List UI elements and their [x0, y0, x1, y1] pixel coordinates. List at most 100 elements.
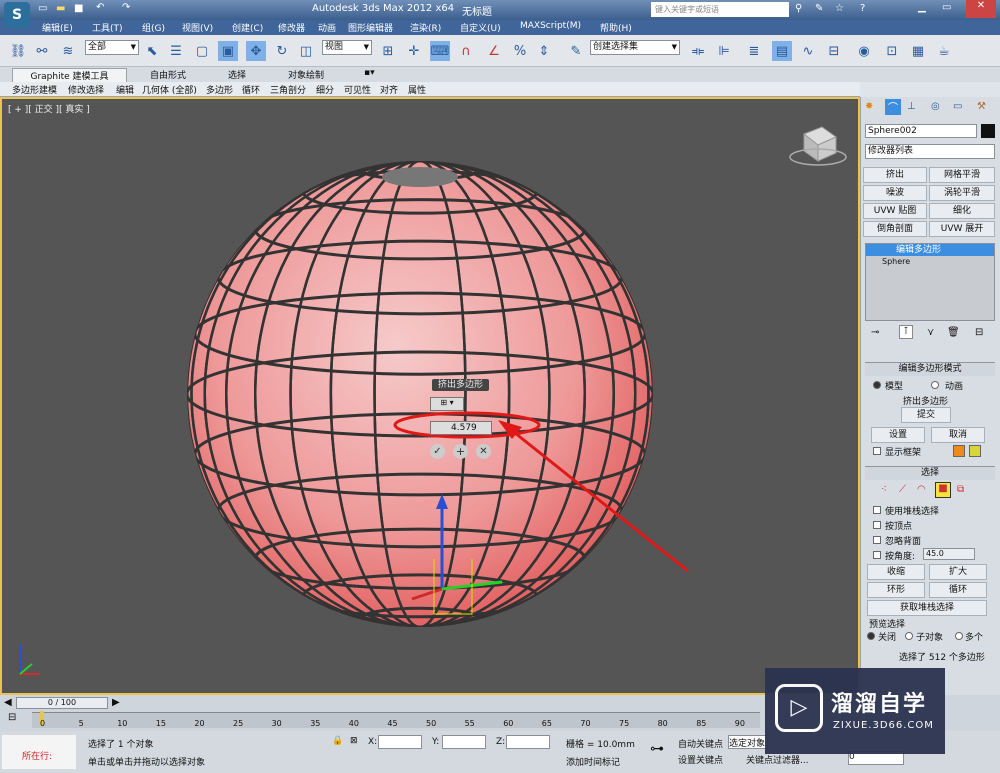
- rotate-icon[interactable]: ↻: [272, 41, 292, 61]
- named-selection-dropdown[interactable]: 创建选择集: [590, 40, 680, 55]
- schematic-icon[interactable]: ⊟: [824, 41, 844, 61]
- star-icon[interactable]: ☆: [835, 3, 844, 14]
- menu-create[interactable]: 创建(C): [232, 21, 263, 34]
- select-object-icon[interactable]: ⬉: [142, 41, 162, 61]
- sub-subdivision[interactable]: 细分: [316, 83, 334, 96]
- timeline-next-icon[interactable]: ▶: [112, 697, 120, 708]
- help-icon[interactable]: ?: [860, 3, 865, 14]
- render-frame-icon[interactable]: ▦: [908, 41, 928, 61]
- show-end-result-icon[interactable]: ⊺: [899, 325, 913, 339]
- caddy-cancel-icon[interactable]: ✕: [476, 444, 491, 459]
- show-cage-checkbox[interactable]: [873, 447, 881, 455]
- modify-tab-icon[interactable]: ⌒: [885, 99, 901, 115]
- loop-button[interactable]: 循环: [929, 582, 987, 598]
- angle-spinner[interactable]: 45.0: [923, 548, 975, 560]
- save-icon[interactable]: ■: [74, 3, 83, 14]
- scale-icon[interactable]: ◫: [296, 41, 316, 61]
- menu-views[interactable]: 视图(V): [182, 21, 213, 34]
- remove-modifier-icon[interactable]: 🗑: [947, 327, 960, 338]
- selection-filter-dropdown[interactable]: 全部: [85, 40, 139, 55]
- mod-tessellate-button[interactable]: 细化: [929, 203, 995, 219]
- sub-triangulation[interactable]: 三角剖分: [270, 83, 306, 96]
- graphite-toggle-icon[interactable]: ▤: [772, 41, 792, 61]
- menu-maxscript[interactable]: MAXScript(M): [520, 21, 581, 31]
- preview-off-radio[interactable]: [867, 632, 875, 640]
- ignore-backfacing-checkbox[interactable]: [873, 536, 881, 544]
- object-name-field[interactable]: Sphere002: [865, 124, 977, 138]
- link-icon[interactable]: ⛓: [8, 41, 28, 61]
- percent-snap-icon[interactable]: %: [510, 41, 530, 61]
- tab-object-paint[interactable]: 对象绘制: [288, 68, 324, 81]
- get-stack-selection-button[interactable]: 获取堆栈选择: [867, 600, 987, 616]
- by-angle-checkbox[interactable]: [873, 551, 881, 559]
- menu-help[interactable]: 帮助(H): [600, 21, 632, 34]
- add-time-tag[interactable]: 添加时间标记: [566, 755, 620, 768]
- bind-spacewarp-icon[interactable]: ≋: [58, 41, 78, 61]
- close-icon[interactable]: ✕: [966, 0, 996, 18]
- grow-button[interactable]: 扩大: [929, 564, 987, 580]
- manipulate-icon[interactable]: ✛: [404, 41, 424, 61]
- auto-key-label[interactable]: 自动关键点: [678, 737, 723, 750]
- caddy-type-dropdown[interactable]: ⊞ ▾: [430, 397, 464, 411]
- abs-mode-icon[interactable]: ⊠: [350, 736, 358, 746]
- by-stack-checkbox[interactable]: [873, 506, 881, 514]
- time-slider[interactable]: 0 / 100: [16, 697, 108, 709]
- z-coord-field[interactable]: [506, 735, 550, 749]
- viewport[interactable]: [ + ][ 正交 ][ 真实 ] 挤出多边形 ⊞ ▾ 4.579 ✓ + ✕: [0, 97, 860, 695]
- element-mode-icon[interactable]: ⧉: [957, 484, 964, 495]
- edit-named-sel-icon[interactable]: ✎: [566, 41, 586, 61]
- app-logo-icon[interactable]: S: [4, 2, 30, 28]
- pin-stack-icon[interactable]: ⊸: [871, 327, 879, 338]
- material-editor-icon[interactable]: ◉: [854, 41, 874, 61]
- menu-customize[interactable]: 自定义(U): [460, 21, 501, 34]
- preview-subobj-radio[interactable]: [905, 632, 913, 640]
- ribbon-options-icon[interactable]: ▪▾: [364, 68, 375, 78]
- menu-edit[interactable]: 编辑(E): [42, 21, 73, 34]
- track-bar-icon[interactable]: ⊟: [8, 712, 16, 723]
- caddy-ok-icon[interactable]: ✓: [430, 444, 445, 459]
- motion-tab-icon[interactable]: ◎: [931, 101, 940, 112]
- snap-icon[interactable]: ∩: [456, 41, 476, 61]
- modifier-list-dropdown[interactable]: 修改器列表: [865, 144, 995, 159]
- display-tab-icon[interactable]: ▭: [953, 101, 962, 112]
- search-input[interactable]: 键入关键字或短语: [651, 2, 789, 17]
- sub-geometry-all[interactable]: 几何体 (全部): [142, 83, 197, 96]
- key-icon[interactable]: ⊶: [650, 741, 664, 757]
- object-color-swatch[interactable]: [981, 124, 995, 138]
- sub-align[interactable]: 对齐: [380, 83, 398, 96]
- maxscript-listener[interactable]: 所在行:: [2, 735, 76, 769]
- preview-multi-radio[interactable]: [955, 632, 963, 640]
- layer-icon[interactable]: ≣: [744, 41, 764, 61]
- key-filters-button[interactable]: 关键点过滤器...: [746, 753, 809, 766]
- select-by-name-icon[interactable]: ☰: [166, 41, 186, 61]
- sub-polygons[interactable]: 多边形: [206, 83, 233, 96]
- curve-editor-icon[interactable]: ∿: [798, 41, 818, 61]
- new-file-icon[interactable]: ▭: [38, 3, 47, 14]
- tab-selection[interactable]: 选择: [228, 68, 246, 81]
- mod-uvw-map-button[interactable]: UVW 贴图: [863, 203, 927, 219]
- redo-icon[interactable]: ↷: [122, 2, 130, 13]
- model-radio[interactable]: [873, 381, 881, 389]
- stack-item-edit-poly[interactable]: 编辑多边形: [866, 244, 994, 256]
- menu-graph-editors[interactable]: 图形编辑器: [348, 21, 393, 34]
- make-unique-icon[interactable]: ⋎: [927, 327, 934, 338]
- configure-sets-icon[interactable]: ⊟: [975, 327, 983, 338]
- sub-loops[interactable]: 循环: [242, 83, 260, 96]
- mirror-icon[interactable]: ⟚: [688, 41, 708, 61]
- mod-bevel-profile-button[interactable]: 倒角剖面: [863, 221, 927, 237]
- vertex-mode-icon[interactable]: ⁖: [881, 484, 887, 495]
- set-key-label[interactable]: 设置关键点: [678, 753, 723, 766]
- mod-extrude-button[interactable]: 挤出: [863, 167, 927, 183]
- minimize-icon[interactable]: ▁: [918, 2, 926, 13]
- rect-region-icon[interactable]: ▢: [192, 41, 212, 61]
- mod-noise-button[interactable]: 噪波: [863, 185, 927, 201]
- hierarchy-tab-icon[interactable]: ⊥: [907, 101, 916, 112]
- rollout-selection[interactable]: 选择: [865, 466, 995, 480]
- undo-icon[interactable]: ↶: [96, 2, 104, 13]
- edge-mode-icon[interactable]: ⟋: [899, 484, 906, 495]
- cancel-button[interactable]: 取消: [931, 427, 985, 443]
- window-crossing-icon[interactable]: ▣: [218, 41, 238, 61]
- move-icon[interactable]: ✥: [246, 41, 266, 61]
- cage-color-2[interactable]: [969, 445, 981, 457]
- tab-freeform[interactable]: 自由形式: [150, 68, 186, 81]
